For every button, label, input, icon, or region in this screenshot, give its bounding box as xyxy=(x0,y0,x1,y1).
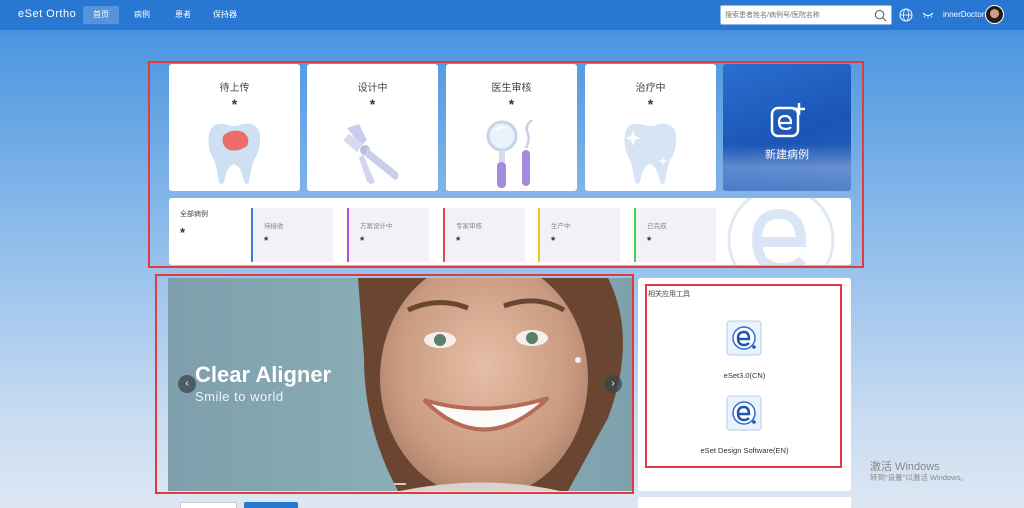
tools-title: 相关应用工具 xyxy=(648,291,690,298)
bottom-toolbar xyxy=(168,497,632,508)
e-plus-icon xyxy=(770,103,805,138)
e-watermark-icon xyxy=(727,198,835,265)
summary-label: 方案设计中 xyxy=(360,223,393,230)
summary-plan-design[interactable]: 方案设计中 * xyxy=(347,208,429,262)
status-count: * xyxy=(647,96,654,112)
nav-home[interactable]: 首页 xyxy=(83,6,119,24)
summary-in-production[interactable]: 生产中 * xyxy=(538,208,620,262)
summary-completed[interactable]: 已完成 * xyxy=(634,208,716,262)
new-case-button[interactable]: 新建病例 xyxy=(723,64,851,191)
status-count: * xyxy=(231,96,238,112)
status-label: 医生审核 xyxy=(491,83,532,94)
app-logo[interactable]: eSet Ortho xyxy=(18,8,76,20)
sparkling-tooth-icon xyxy=(624,123,677,184)
tool-label-eset3[interactable]: eSet3.0(CN) xyxy=(638,371,851,380)
banner-subtitle: Smile to world xyxy=(195,389,284,404)
globe-icon[interactable] xyxy=(899,8,913,22)
search-input[interactable] xyxy=(725,9,870,22)
nav-retainers[interactable]: 保持器 xyxy=(205,6,245,24)
summary-count: * xyxy=(551,235,556,247)
summary-pending-receive[interactable]: 待接收 * xyxy=(251,208,333,262)
summary-label: 已完成 xyxy=(647,223,667,230)
tooth-red-icon xyxy=(208,123,261,184)
bottom-secondary-button[interactable] xyxy=(180,502,237,508)
avatar[interactable] xyxy=(985,5,1004,24)
eset-app-icon[interactable] xyxy=(726,395,762,431)
banner-next-button[interactable]: › xyxy=(604,375,622,393)
windows-activation-subtitle: 转到"设置"以激活 Windows。 xyxy=(870,473,968,482)
hero-banner[interactable]: Clear Aligner Smile to world ‹ › xyxy=(168,278,632,491)
status-card-pending-upload[interactable]: 待上传 * xyxy=(169,64,300,191)
summary-label: 生产中 xyxy=(551,223,571,230)
dental-mirror-icon xyxy=(486,120,533,188)
banner-prev-button[interactable]: ‹ xyxy=(178,375,196,393)
status-card-designing[interactable]: 设计中 * xyxy=(307,64,438,191)
all-cases-label: 全部病例 xyxy=(180,211,208,218)
top-nav-bar: eSet Ortho 首页 病例 患者 保持器 innerDoctor xyxy=(0,0,1024,30)
new-case-label: 新建病例 xyxy=(765,149,809,161)
banner-title: Clear Aligner xyxy=(195,362,332,387)
summary-label: 专家审核 xyxy=(456,223,482,230)
dental-pliers-icon xyxy=(343,124,399,184)
status-card-doctor-review[interactable]: 医生审核 * xyxy=(446,64,577,191)
status-card-in-treatment[interactable]: 治疗中 * xyxy=(585,64,716,191)
tool-label-eset-design[interactable]: eSet Design Software(EN) xyxy=(638,446,851,455)
summary-count: * xyxy=(360,235,365,247)
summary-expert-review[interactable]: 专家审核 * xyxy=(443,208,525,262)
status-label: 治疗中 xyxy=(635,83,666,94)
nav-patients[interactable]: 患者 xyxy=(165,6,201,24)
status-count: * xyxy=(508,96,515,112)
search-box xyxy=(720,5,892,25)
summary-label: 待接收 xyxy=(264,223,284,230)
bottom-panel xyxy=(638,497,851,508)
all-cases-count[interactable]: * xyxy=(180,225,185,240)
bottom-primary-button[interactable] xyxy=(244,502,298,508)
case-summary-row: 全部病例 * 待接收 * 方案设计中 * 专家审核 * 生产中 * 已完成 * xyxy=(169,198,851,265)
summary-count: * xyxy=(647,235,652,247)
banner-indicator[interactable] xyxy=(394,483,406,485)
status-label: 待上传 xyxy=(219,83,250,94)
search-icon[interactable] xyxy=(874,9,887,22)
summary-count: * xyxy=(264,235,269,247)
related-tools-panel: 相关应用工具 eSet3.0(CN) eSet Design Software(… xyxy=(638,278,851,491)
status-count: * xyxy=(369,96,376,112)
username-label[interactable]: innerDoctor xyxy=(943,10,984,19)
eset-app-icon[interactable] xyxy=(726,320,762,356)
eye-closed-icon[interactable] xyxy=(922,11,934,19)
status-label: 设计中 xyxy=(357,83,388,94)
nav-cases[interactable]: 病例 xyxy=(124,6,160,24)
summary-count: * xyxy=(456,235,461,247)
